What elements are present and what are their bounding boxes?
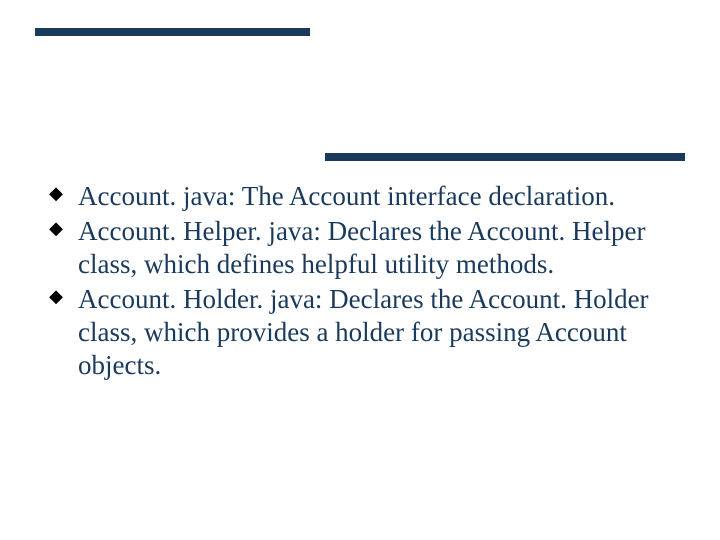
diamond-bullet-icon: ◆ <box>48 186 64 202</box>
list-item: ◆ Account. Holder. java: Declares the Ac… <box>48 283 672 382</box>
list-item-text: Account. Holder. java: Declares the Acco… <box>78 284 649 380</box>
diamond-bullet-icon: ◆ <box>48 221 64 237</box>
list-item: ◆ Account. Helper. java: Declares the Ac… <box>48 215 672 281</box>
decorative-bar-top-left <box>35 28 310 36</box>
list-item: ◆ Account. java: The Account interface d… <box>48 180 672 213</box>
decorative-bar-mid-right <box>325 153 685 161</box>
diamond-bullet-icon: ◆ <box>48 289 64 305</box>
list-item-text: Account. java: The Account interface dec… <box>78 181 615 211</box>
bullet-list: ◆ Account. java: The Account interface d… <box>48 180 672 384</box>
list-item-text: Account. Helper. java: Declares the Acco… <box>78 216 646 279</box>
